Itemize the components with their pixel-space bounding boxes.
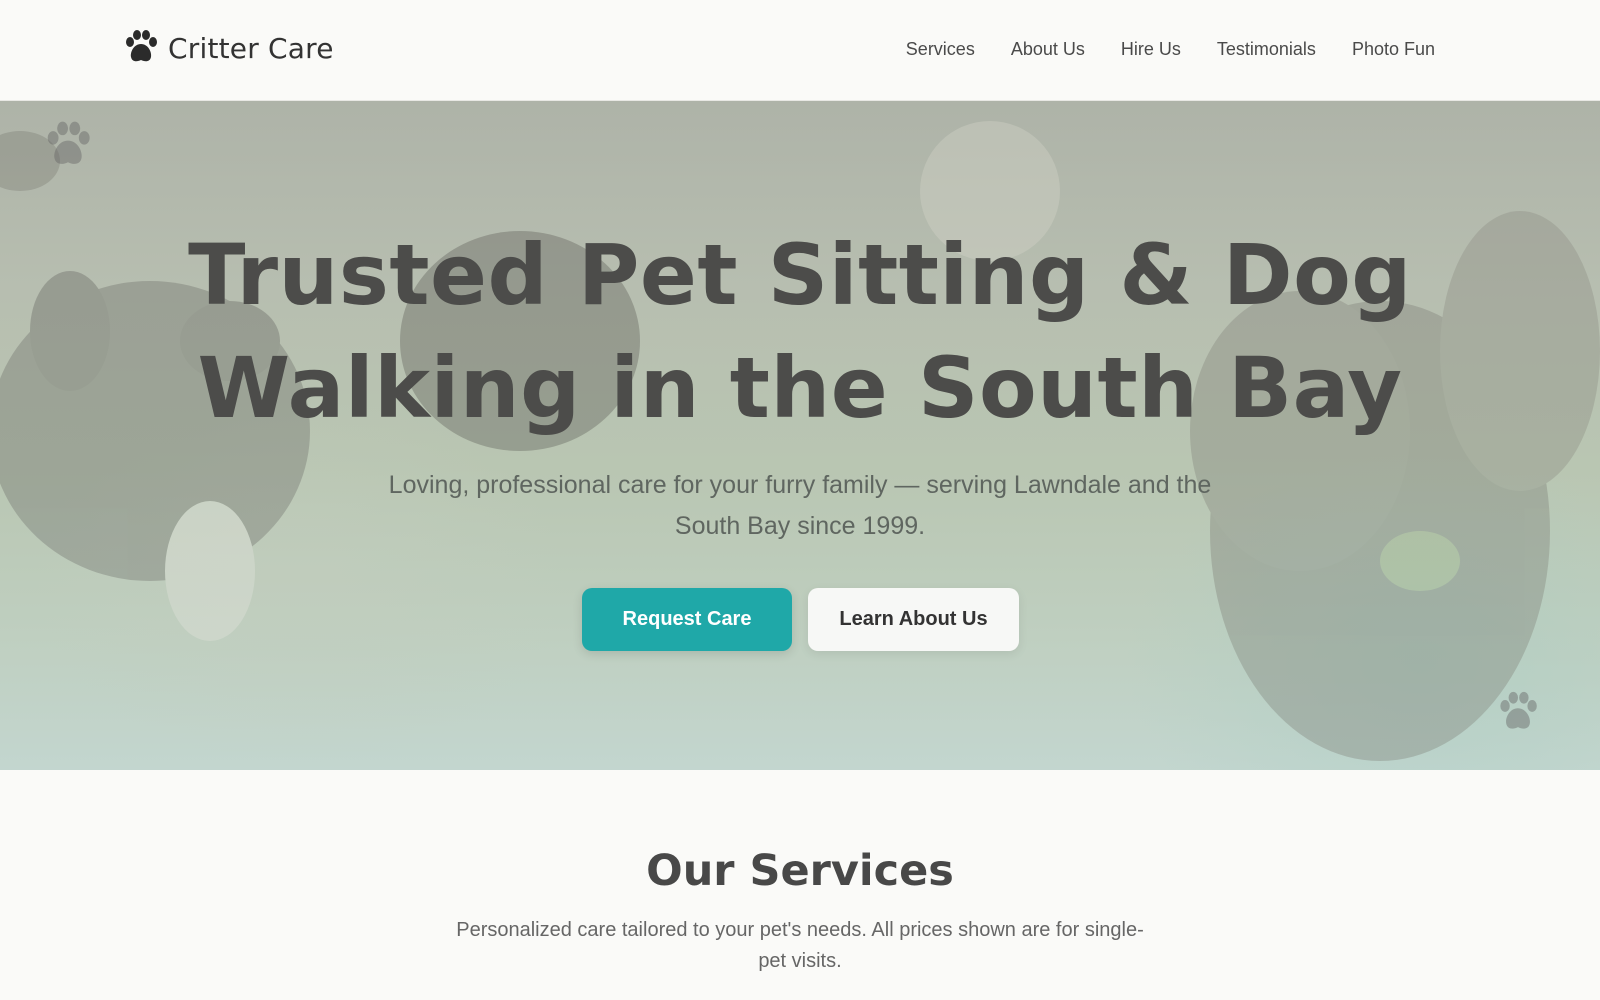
main-nav: Services About Us Hire Us Testimonials P… [870,39,1435,60]
paw-icon [1500,691,1537,729]
site-header: Critter Care Services About Us Hire Us T… [0,0,1600,101]
services-description: Personalized care tailored to your pet's… [456,919,1144,972]
nav-services[interactable]: Services [906,39,975,60]
services-title: Our Services [646,846,954,896]
hero-section: Trusted Pet Sitting & Dog Walking in the… [0,101,1600,770]
hero-subtitle: Loving, professional care for your furry… [388,471,1212,540]
brand-name: Critter Care [168,31,334,65]
paw-icon [47,121,90,164]
request-care-button[interactable]: Request Care [582,588,792,651]
learn-about-us-button[interactable]: Learn About Us [808,588,1019,651]
nav-about-us[interactable]: About Us [1011,39,1085,60]
paw-icon [126,30,157,62]
hero-title-line-2: Walking in the South Bay [197,339,1403,437]
nav-hire-us[interactable]: Hire Us [1121,39,1181,60]
hero-title-line-1: Trusted Pet Sitting & Dog [188,226,1412,324]
nav-testimonials[interactable]: Testimonials [1217,39,1316,60]
brand-logo-link[interactable]: Critter Care [124,30,334,66]
hero-title: Trusted Pet Sitting & Dog Walking in the… [0,219,1600,445]
nav-photo-fun[interactable]: Photo Fun [1352,39,1435,60]
